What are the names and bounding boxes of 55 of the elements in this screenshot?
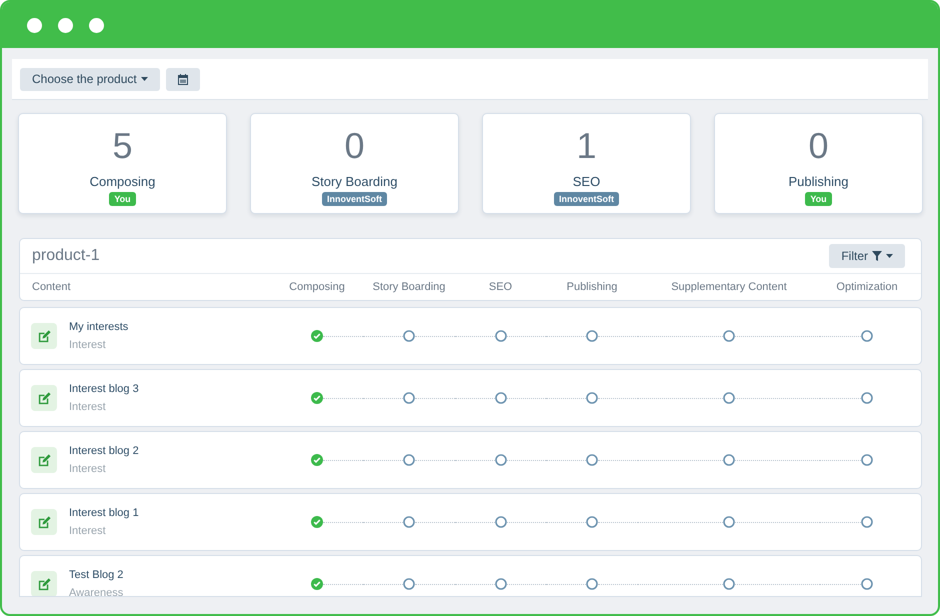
content-title: Test Blog 2 xyxy=(69,569,124,581)
owner-badge: InnoventSoft xyxy=(322,192,387,206)
window-dot[interactable] xyxy=(27,18,42,32)
caret-icon xyxy=(140,77,148,81)
column-header: SEO xyxy=(488,281,512,293)
product-dropdown[interactable]: Choose the product xyxy=(20,68,160,90)
edit-tile[interactable] xyxy=(31,447,57,473)
stat-count: 0 xyxy=(344,126,365,166)
stat-label: Publishing xyxy=(788,174,848,189)
edit-icon xyxy=(36,576,52,592)
column-header: Story Boarding xyxy=(372,281,446,293)
edit-icon xyxy=(36,452,52,468)
column-header: Supplementary Content xyxy=(671,281,787,293)
content-title: Interest blog 1 xyxy=(69,507,139,519)
content-row[interactable]: My interests Interest xyxy=(19,307,922,365)
window-dot[interactable] xyxy=(89,18,104,32)
content-row[interactable]: Interest blog 3 Interest xyxy=(19,369,922,427)
edit-tile[interactable] xyxy=(31,571,57,596)
edit-icon xyxy=(36,390,52,406)
content-row[interactable]: Interest blog 1 Interest xyxy=(19,493,922,551)
stat-count: 1 xyxy=(576,126,597,166)
content-title: Interest blog 3 xyxy=(69,383,139,395)
content-category: Interest xyxy=(69,525,107,537)
content-category: Interest xyxy=(69,463,107,475)
stat-count: 5 xyxy=(112,126,133,166)
stat-label: Composing xyxy=(90,174,156,189)
owner-badge: You xyxy=(805,192,832,206)
owner-badge: InnoventSoft xyxy=(554,192,619,206)
owner-badge: You xyxy=(109,192,136,206)
filter-button[interactable]: Filter xyxy=(829,244,905,268)
content-category: Interest xyxy=(69,339,107,351)
caret-icon xyxy=(886,254,893,258)
edit-tile[interactable] xyxy=(31,385,57,411)
panel-title: product-1 xyxy=(32,247,100,265)
column-header: Publishing xyxy=(566,281,618,293)
content-category: Interest xyxy=(69,401,107,413)
content-row[interactable]: Interest blog 2 Interest xyxy=(19,431,922,489)
content-row[interactable]: Test Blog 2 Awareness xyxy=(19,555,922,596)
filter-icon xyxy=(872,251,882,261)
edit-tile[interactable] xyxy=(31,509,57,535)
content-title: Interest blog 2 xyxy=(69,445,139,457)
edit-icon xyxy=(36,514,52,530)
column-header: Content xyxy=(31,281,71,293)
calendar-icon xyxy=(178,74,188,84)
content-title: My interests xyxy=(69,321,128,333)
edit-tile[interactable] xyxy=(31,323,57,349)
edit-icon xyxy=(36,328,52,344)
column-header: Composing xyxy=(289,281,345,293)
stat-label: Story Boarding xyxy=(312,174,398,189)
column-header: Optimization xyxy=(836,281,898,293)
stat-label: SEO xyxy=(572,174,600,189)
stat-count: 0 xyxy=(808,126,829,166)
window-dot[interactable] xyxy=(58,18,73,32)
calendar-button[interactable] xyxy=(166,68,200,90)
content-category: Awareness xyxy=(69,587,124,596)
